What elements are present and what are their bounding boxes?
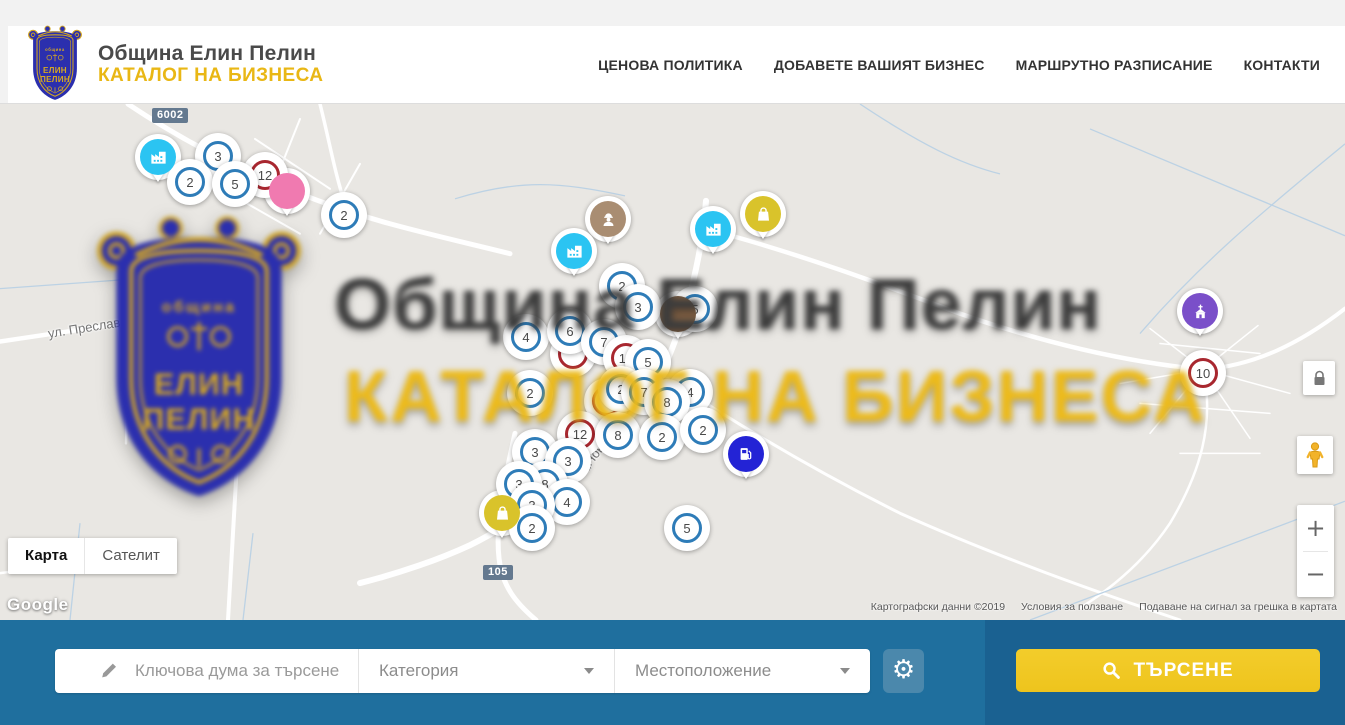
- location-select[interactable]: Местоположение: [615, 649, 870, 693]
- gear-icon: ⚙: [892, 657, 915, 683]
- attribution-item-1: Картографски данни ©2019: [871, 601, 1005, 613]
- pegman-streetview-button[interactable]: [1297, 436, 1333, 474]
- search-button-label: ТЪРСЕНЕ: [1133, 660, 1233, 682]
- map-cluster-marker[interactable]: 2: [321, 192, 367, 238]
- category-select-label: Категория: [379, 661, 458, 681]
- cluster-count: 3: [623, 292, 653, 322]
- advanced-search-button[interactable]: ⚙: [883, 649, 924, 693]
- site-title: Община Елин Пелин: [98, 43, 323, 66]
- map-type-switch: КартаСателит: [8, 538, 177, 574]
- cluster-count: 10: [1188, 358, 1218, 388]
- worker-pin-disc: [590, 201, 626, 237]
- map-markers: 12325223546713522748128223383432510: [0, 104, 1345, 620]
- worker-icon: [599, 210, 618, 229]
- factory-pin-disc: [556, 233, 592, 269]
- map-type-button[interactable]: Карта: [8, 538, 84, 574]
- map-pin-marker[interactable]: [1177, 288, 1223, 334]
- map-pin-marker[interactable]: [585, 196, 631, 242]
- cluster-count: 5: [220, 169, 250, 199]
- bag-pin-disc: [745, 196, 781, 232]
- cluster-count: 2: [515, 378, 545, 408]
- search-box: Категория Местоположение: [55, 649, 870, 693]
- bag-pin-disc: [484, 495, 520, 531]
- map-cluster-marker[interactable]: 4: [503, 314, 549, 360]
- nav-item-4[interactable]: КОНТАКТИ: [1244, 57, 1320, 73]
- map-cluster-marker[interactable]: 2: [680, 407, 726, 453]
- page-left-strip: [0, 0, 8, 103]
- main-nav: ЦЕНОВА ПОЛИТИКА ДОБАВЕТЕ ВАШИЯТ БИЗНЕС МАР…: [598, 57, 1320, 73]
- pencil-icon: [99, 661, 119, 681]
- factory-pin-disc: [695, 211, 731, 247]
- fuel-pump-icon: [737, 445, 755, 463]
- zoom-in-button[interactable]: +: [1297, 505, 1334, 551]
- keyword-search-input[interactable]: [133, 660, 353, 682]
- municipality-crest-logo[interactable]: [25, 24, 85, 102]
- google-logo[interactable]: Google: [7, 595, 69, 615]
- lock-icon: [1312, 370, 1327, 387]
- map-pin-marker[interactable]: [740, 191, 786, 237]
- map-cluster-marker[interactable]: 2: [507, 370, 553, 416]
- map-pin-marker[interactable]: [551, 228, 597, 274]
- cluster-count: 4: [511, 322, 541, 352]
- cluster-count: 2: [329, 200, 359, 230]
- attribution-item-2[interactable]: Условия за ползване: [1021, 601, 1123, 613]
- map-cluster-marker[interactable]: 2: [167, 159, 213, 205]
- cluster-count: 2: [175, 167, 205, 197]
- cluster-count: 2: [517, 513, 547, 543]
- chevron-down-icon: [840, 668, 850, 674]
- pin-disc: [269, 173, 305, 209]
- page-top-strip: [0, 0, 1345, 26]
- zoom-control: + −: [1297, 505, 1334, 597]
- shopping-bag-icon: [754, 205, 773, 224]
- cluster-count: 5: [672, 513, 702, 543]
- pin-disc: [660, 296, 696, 332]
- map-attribution: Картографски данни ©2019 Условия за ползв…: [871, 601, 1337, 613]
- cluster-count: 2: [688, 415, 718, 445]
- map-cluster-marker[interactable]: 3: [615, 284, 661, 330]
- cluster-count: 8: [603, 420, 633, 450]
- search-button[interactable]: ТЪРСЕНЕ: [1016, 649, 1320, 692]
- zoom-out-button[interactable]: −: [1297, 552, 1334, 598]
- map-canvas[interactable]: 6002105ул. Преславбул. „Новоселци" 12325…: [0, 103, 1345, 620]
- map-cluster-marker[interactable]: 10: [1180, 350, 1226, 396]
- factory-pin-disc: [140, 139, 176, 175]
- church-icon: [1191, 302, 1210, 321]
- map-cluster-marker[interactable]: 2: [639, 414, 685, 460]
- church-pin-disc: [1182, 293, 1218, 329]
- map-pin-marker[interactable]: [723, 431, 769, 477]
- site-header: Община Елин Пелин КАТАЛОГ НА БИЗНЕСА ЦЕН…: [0, 26, 1345, 103]
- attribution-item-3[interactable]: Подаване на сигнал за грешка в картата: [1139, 601, 1337, 613]
- keyword-field-wrap: [55, 649, 358, 693]
- map-cluster-marker[interactable]: 5: [664, 505, 710, 551]
- nav-item-1[interactable]: ЦЕНОВА ПОЛИТИКА: [598, 57, 743, 73]
- map-cluster-marker[interactable]: 5: [212, 161, 258, 207]
- map-pin-marker[interactable]: [690, 206, 736, 252]
- fullscreen-lock-button[interactable]: [1303, 361, 1335, 395]
- fuel-pin-disc: [728, 436, 764, 472]
- factory-icon: [565, 242, 584, 261]
- factory-icon: [149, 148, 168, 167]
- location-select-label: Местоположение: [635, 661, 771, 681]
- cluster-count: 2: [647, 422, 677, 452]
- chevron-down-icon: [584, 668, 594, 674]
- cluster-count: 4: [552, 487, 582, 517]
- site-brand[interactable]: Община Елин Пелин КАТАЛОГ НА БИЗНЕСА: [98, 43, 323, 86]
- shopping-bag-icon: [493, 504, 512, 523]
- map-cluster-marker[interactable]: 8: [595, 412, 641, 458]
- site-subtitle: КАТАЛОГ НА БИЗНЕСА: [98, 66, 323, 87]
- map-type-button[interactable]: Сателит: [84, 538, 177, 574]
- search-icon: [1102, 661, 1121, 680]
- factory-icon: [704, 220, 723, 239]
- category-select[interactable]: Категория: [359, 649, 614, 693]
- pegman-icon: [1305, 442, 1325, 468]
- search-bar: Категория Местоположение ⚙ ТЪРСЕНЕ: [0, 620, 1345, 725]
- nav-item-3[interactable]: МАРШРУТНО РАЗПИСАНИЕ: [1016, 57, 1213, 73]
- cluster-count: 8: [652, 387, 682, 417]
- nav-item-2[interactable]: ДОБАВЕТЕ ВАШИЯТ БИЗНЕС: [774, 57, 985, 73]
